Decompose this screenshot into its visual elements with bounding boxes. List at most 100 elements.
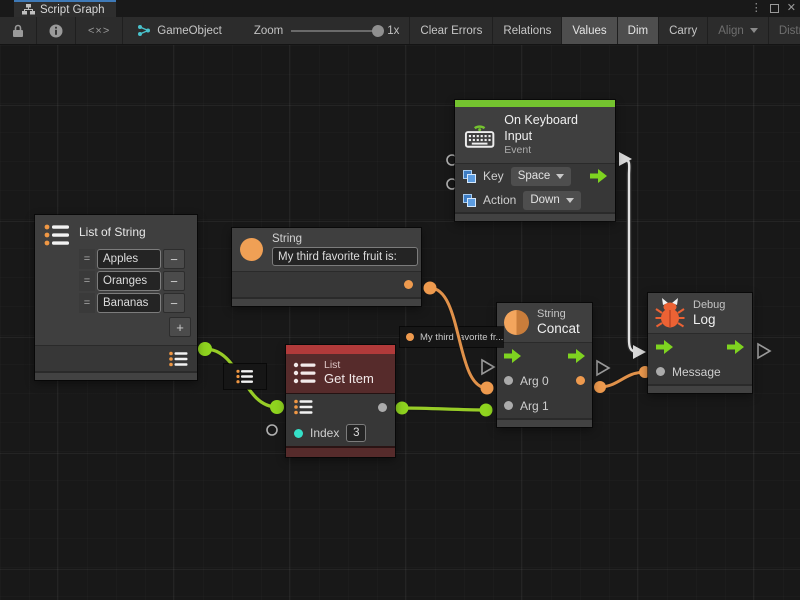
remove-item-button[interactable]: −: [163, 293, 185, 313]
node-footer: [232, 297, 421, 306]
node-category: String: [537, 308, 580, 321]
graph-toolbar: <×> GameObject Zoom 1x Clear Errors Rela…: [0, 17, 800, 45]
concat-icon: [504, 310, 529, 335]
drag-handle-icon[interactable]: =: [79, 293, 95, 313]
message-input-port[interactable]: [656, 367, 665, 376]
action-port-label: Action: [483, 193, 516, 207]
titlebar: Script Graph ⋮ ✕: [0, 0, 800, 17]
drag-handle-icon[interactable]: =: [79, 271, 95, 291]
wire-endpoint: [198, 342, 212, 356]
zoom-slider-handle[interactable]: [372, 25, 384, 37]
dim-button[interactable]: Dim: [618, 17, 659, 44]
node-debug-log[interactable]: Debug Log Message: [648, 293, 752, 393]
value-type-dot: [406, 333, 414, 341]
unconnected-flow-triangle[interactable]: [597, 361, 609, 375]
node-title: Log: [693, 312, 725, 328]
unity-visual-scripting-window: Script Graph ⋮ ✕ <×>: [0, 0, 800, 600]
carry-button[interactable]: Carry: [659, 17, 708, 44]
arg1-input-port[interactable]: [504, 401, 513, 410]
gameobject-target[interactable]: GameObject: [123, 17, 236, 44]
list-item-row: = −: [79, 271, 191, 291]
event-accent-bar: [455, 100, 615, 107]
zoom-label: Zoom: [254, 25, 283, 37]
node-list-of-string[interactable]: List of String = − = − =: [35, 215, 197, 380]
wire-list-value-tooltip: [224, 364, 266, 389]
node-footer: [648, 384, 752, 393]
wire-value-text: My third favorite fr...: [420, 332, 503, 343]
info-icon: [49, 24, 63, 38]
result-output-port[interactable]: [576, 376, 585, 385]
unconnected-flow-triangle[interactable]: [758, 344, 770, 358]
values-button[interactable]: Values: [562, 17, 617, 44]
maximize-icon[interactable]: [770, 4, 779, 13]
string-type-icon: [240, 238, 263, 261]
info-button[interactable]: [37, 17, 76, 44]
list-item-input[interactable]: [97, 271, 161, 291]
tab-script-graph[interactable]: Script Graph: [14, 0, 116, 17]
clear-errors-button[interactable]: Clear Errors: [410, 17, 493, 44]
graph-icon: [22, 4, 35, 15]
node-footer: [35, 371, 197, 380]
list-icon: [236, 369, 254, 384]
node-footer: [455, 212, 615, 221]
align-button[interactable]: Align: [708, 17, 769, 44]
index-label: Index: [310, 426, 339, 440]
flow-out-port[interactable]: [590, 169, 607, 183]
wire-endpoint: [396, 402, 409, 415]
value-wire-getitem-to-concat[interactable]: [402, 408, 486, 410]
action-dropdown[interactable]: Down: [523, 191, 580, 210]
key-port-icon: [463, 170, 476, 183]
distribute-button[interactable]: Distribute: [769, 17, 800, 44]
dropdown-arrow-icon: [750, 28, 758, 33]
list-item-input[interactable]: [97, 293, 161, 313]
bug-icon: [655, 297, 685, 329]
flow-wire-keyboard-to-log[interactable]: [624, 159, 636, 352]
node-string-literal[interactable]: String: [232, 228, 421, 306]
tab-label: Script Graph: [40, 4, 105, 16]
node-footer: [286, 446, 395, 457]
graph-canvas[interactable]: On Keyboard Input Event Key Space: [0, 45, 800, 600]
zoom-slider[interactable]: [291, 30, 379, 32]
edit-graph-button[interactable]: <×>: [76, 17, 123, 44]
list-icon: [293, 360, 317, 386]
value-wire-concat-to-log[interactable]: [600, 372, 645, 387]
add-item-button[interactable]: +: [169, 317, 191, 337]
flow-in-port[interactable]: [656, 340, 673, 354]
node-footer: [497, 418, 592, 427]
arg0-input-port[interactable]: [504, 376, 513, 385]
unconnected-port-circle[interactable]: [267, 425, 277, 435]
result-output-port[interactable]: [378, 403, 387, 412]
list-input-port[interactable]: [294, 399, 314, 415]
drag-handle-icon[interactable]: =: [79, 249, 95, 269]
node-category: List: [324, 359, 374, 371]
node-on-keyboard-input[interactable]: On Keyboard Input Event Key Space: [455, 100, 615, 221]
relations-button[interactable]: Relations: [493, 17, 562, 44]
wire-endpoint: [594, 381, 606, 393]
close-icon[interactable]: ✕: [787, 3, 796, 14]
wire-endpoint: [270, 400, 284, 414]
remove-item-button[interactable]: −: [163, 271, 185, 291]
flow-out-port[interactable]: [568, 349, 585, 363]
index-value-input[interactable]: [346, 424, 366, 442]
unconnected-flow-triangle[interactable]: [482, 360, 494, 374]
wire-outline: [402, 408, 486, 410]
wire-endpoint: [424, 282, 437, 295]
string-value-input[interactable]: [272, 247, 418, 266]
error-accent-bar: [286, 345, 395, 354]
window-menu-icon[interactable]: ⋮: [751, 3, 762, 14]
key-dropdown[interactable]: Space: [511, 167, 572, 186]
node-category: Debug: [693, 299, 725, 312]
node-get-item[interactable]: List Get Item Index: [286, 345, 395, 457]
node-concat[interactable]: String Concat Arg 0: [497, 303, 592, 427]
lock-button[interactable]: [0, 17, 37, 44]
message-label: Message: [672, 365, 721, 379]
list-output-port[interactable]: [169, 351, 189, 367]
node-title: String: [272, 233, 418, 246]
flow-in-port[interactable]: [504, 349, 521, 363]
list-item-input[interactable]: [97, 249, 161, 269]
index-input-port[interactable]: [294, 429, 303, 438]
flow-out-port[interactable]: [727, 340, 744, 354]
string-output-port[interactable]: [404, 280, 413, 289]
lock-icon: [12, 24, 24, 38]
remove-item-button[interactable]: −: [163, 249, 185, 269]
